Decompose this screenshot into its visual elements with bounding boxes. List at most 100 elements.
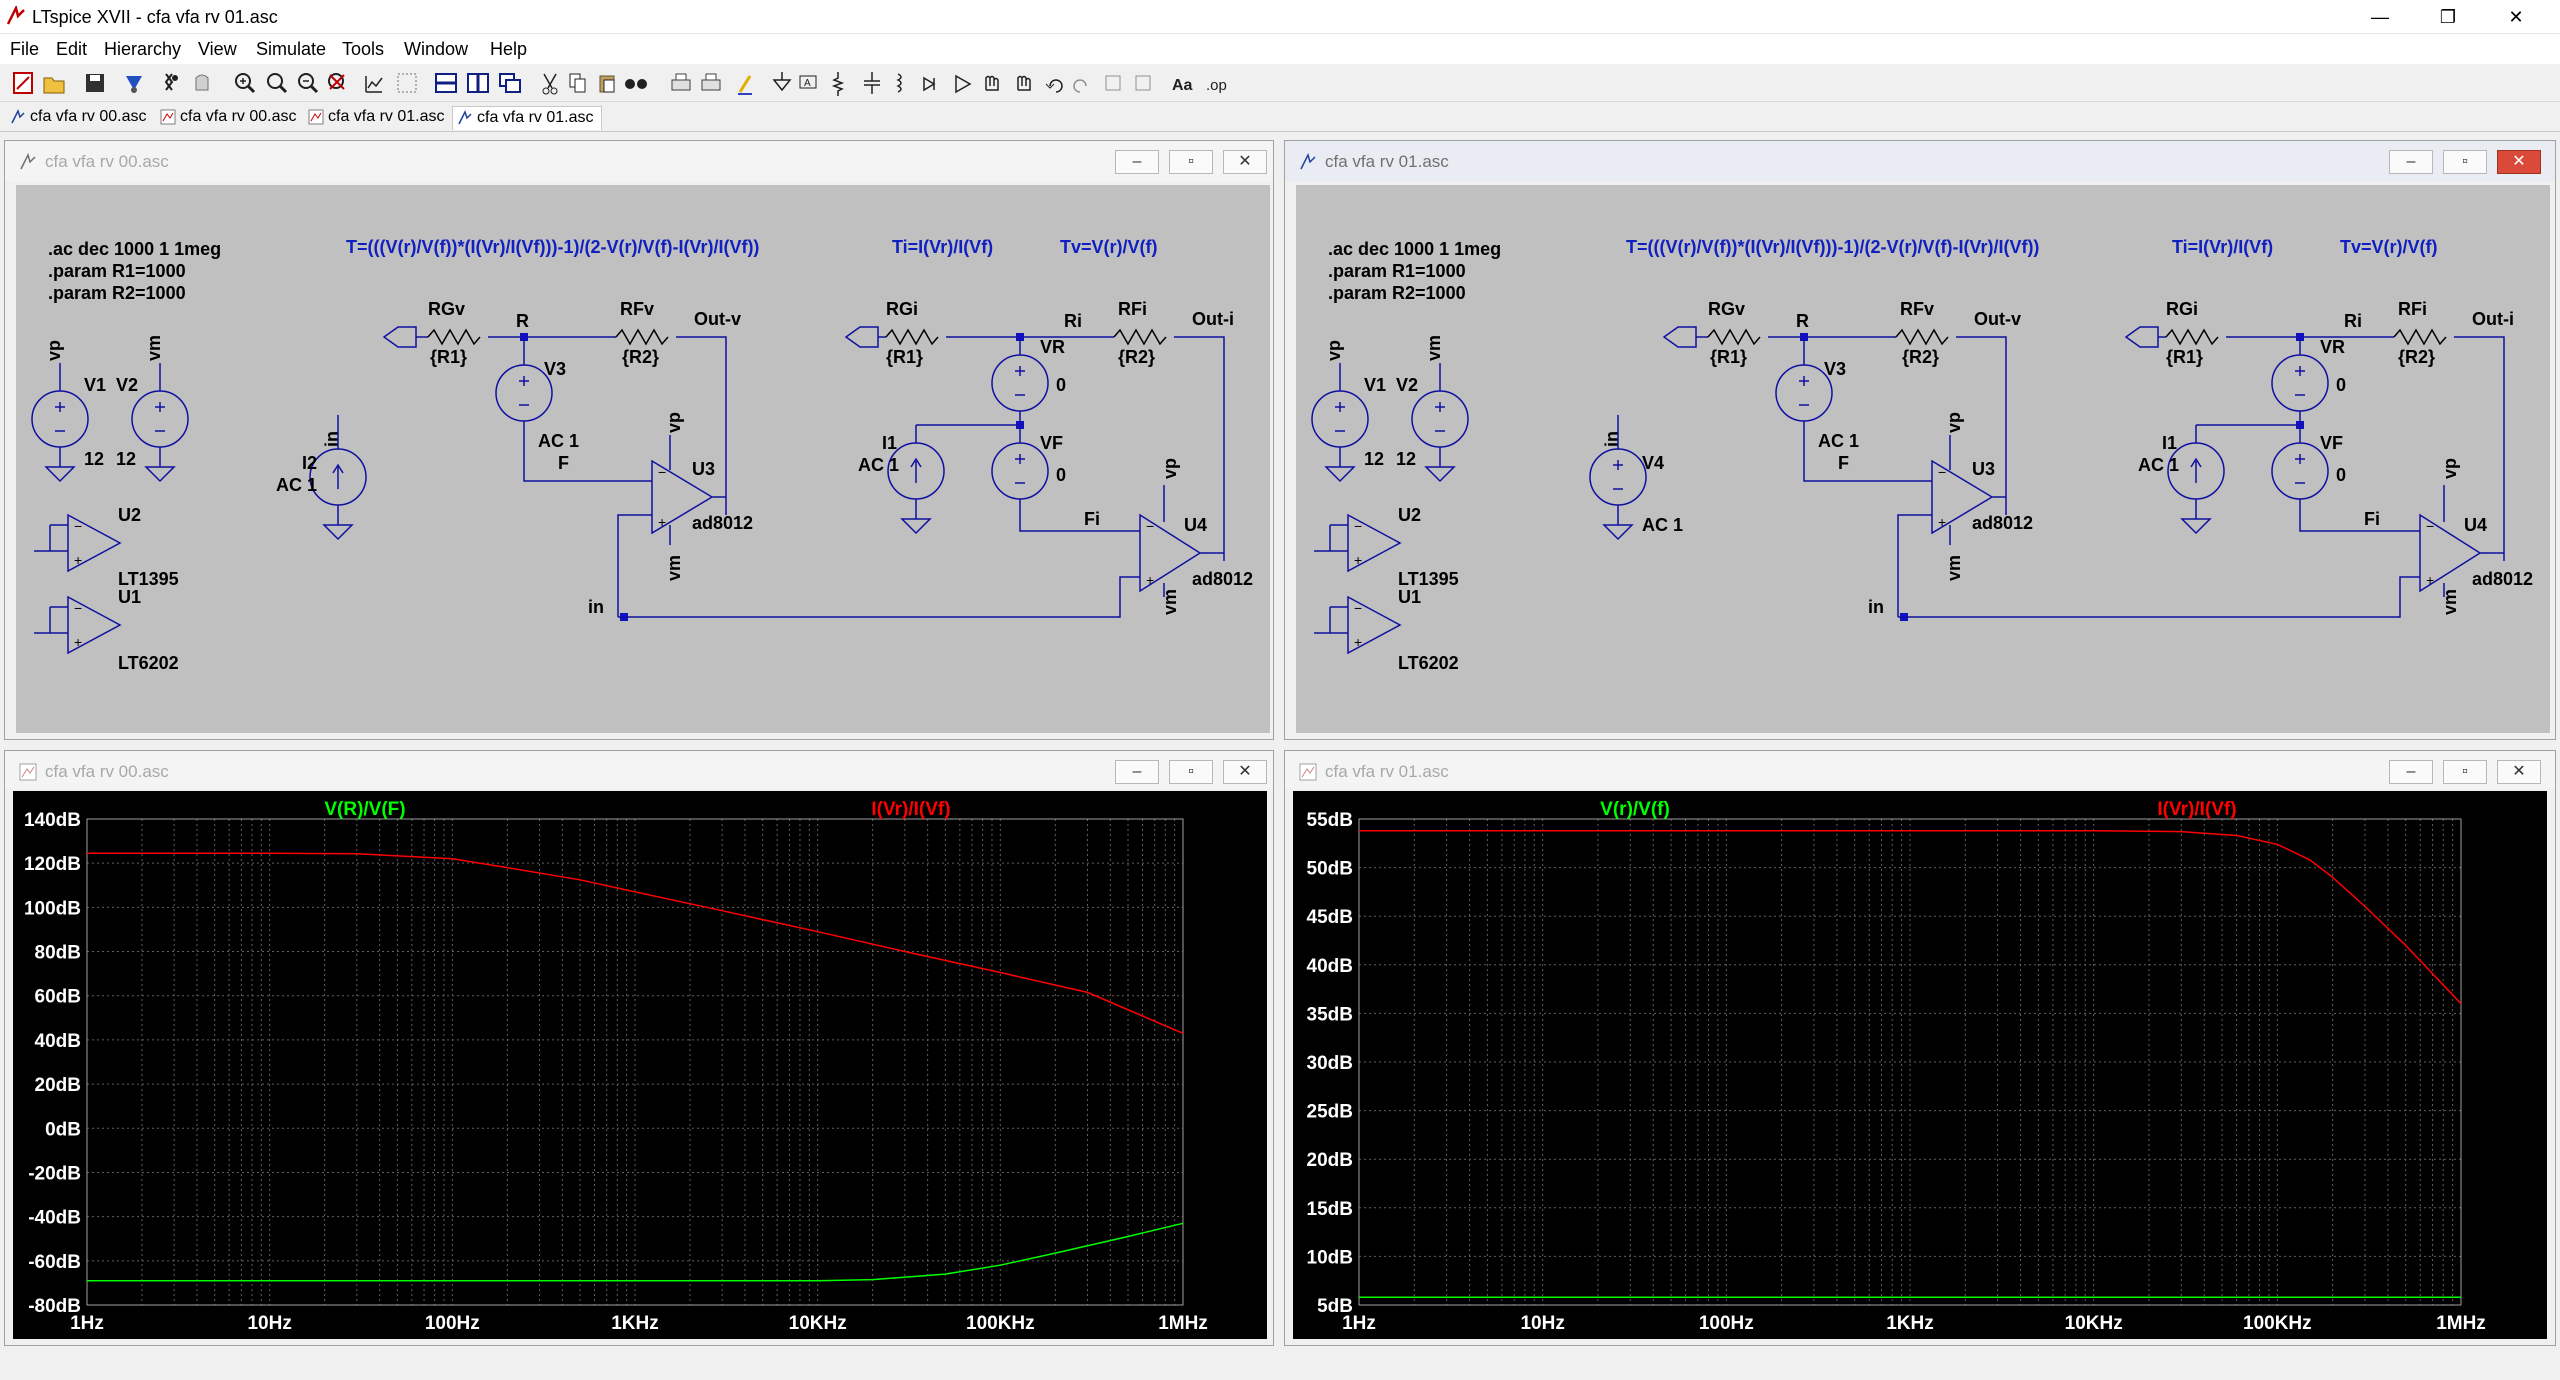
cut-icon[interactable] xyxy=(542,73,558,95)
minimize-button[interactable]: — xyxy=(2346,0,2414,34)
schematic-label: Out-v xyxy=(1974,309,2021,329)
schematic-label: AC 1 xyxy=(1818,431,1859,451)
tab-schematic-01[interactable]: cfa vfa rv 01.asc xyxy=(452,106,602,130)
capacitor-icon[interactable] xyxy=(864,72,880,94)
schematic-label: in xyxy=(322,431,342,447)
open-icon[interactable] xyxy=(43,77,65,94)
waveform-plot-00[interactable]: 140dB 120dB 100dB 80dB 60dB 40dB 20dB 0dB -20dB -… xyxy=(13,791,1267,1339)
menu-hierarchy[interactable]: Hierarchy xyxy=(104,39,181,60)
schematic-label: VR xyxy=(2320,337,2345,357)
y-tick-label: -20dB xyxy=(28,1163,81,1184)
resistor-icon[interactable] xyxy=(831,72,845,96)
minimize-button[interactable]: – xyxy=(1115,150,1159,174)
schematic-label: vp xyxy=(1944,412,1964,433)
schematic-canvas-00[interactable]: .ac dec 1000 1 1meg.param R1=1000.param … xyxy=(16,185,1270,733)
tab-waveform-00[interactable]: cfa vfa rv 00.asc xyxy=(156,106,302,130)
minimize-button[interactable]: – xyxy=(2389,760,2433,784)
waveform-plot-01[interactable]: 55dB 50dB 45dB 40dB 35dB 30dB 25dB 20dB 15dB 10dB… xyxy=(1293,791,2547,1339)
cascade-icon[interactable] xyxy=(499,73,521,93)
zoom-in-icon[interactable] xyxy=(235,73,256,94)
inductor-icon[interactable] xyxy=(896,73,902,93)
minimize-button[interactable]: – xyxy=(2389,150,2433,174)
zoom-out-icon[interactable] xyxy=(298,73,319,94)
opamp-plus: + xyxy=(1354,634,1362,650)
autorange-icon[interactable] xyxy=(365,76,383,93)
source-polarity xyxy=(1435,402,1445,432)
window-titlebar[interactable]: cfa vfa rv 01.asc – ▫ ✕ xyxy=(1285,751,2555,789)
minimize-button[interactable]: – xyxy=(1115,760,1159,784)
control-panel-icon[interactable] xyxy=(126,76,142,93)
menu-window[interactable]: Window xyxy=(404,39,468,60)
tile-vertical-icon[interactable] xyxy=(467,73,489,93)
copy-icon[interactable] xyxy=(569,73,586,93)
maximize-button[interactable]: ▫ xyxy=(1169,150,1213,174)
opamp-minus: − xyxy=(658,464,666,480)
window-titlebar[interactable]: cfa vfa rv 00.asc – ▫ ✕ xyxy=(5,751,1273,789)
schematic-canvas-01[interactable]: .ac dec 1000 1 1meg.param R1=1000.param … xyxy=(1296,185,2550,733)
tab-schematic-00[interactable]: cfa vfa rv 00.asc xyxy=(6,106,152,130)
opamp-minus: − xyxy=(74,518,82,534)
draw-wire-icon[interactable] xyxy=(738,75,752,95)
source-polarity xyxy=(155,402,165,432)
schematic-label: {R2} xyxy=(1902,347,1939,367)
x-tick-label: 100KHz xyxy=(2243,1313,2312,1334)
zoom-fit-icon[interactable] xyxy=(397,73,417,93)
tile-horizontal-icon[interactable] xyxy=(435,73,457,93)
schematic-label: vm xyxy=(144,335,164,361)
save-icon[interactable] xyxy=(86,74,104,92)
print-setup-icon[interactable] xyxy=(671,73,691,91)
undo-icon[interactable] xyxy=(1045,79,1063,93)
text-icon[interactable]: Aa xyxy=(1172,77,1193,94)
menu-edit[interactable]: Edit xyxy=(56,39,87,60)
y-tick-label: 35dB xyxy=(1307,1004,1353,1025)
diode-icon[interactable] xyxy=(923,76,936,92)
zoom-cancel-icon[interactable] xyxy=(328,73,345,90)
window-titlebar[interactable]: cfa vfa rv 00.asc – ▫ ✕ xyxy=(5,141,1273,181)
title-bar: LTspice XVII - cfa vfa rv 01.asc — ❐ ✕ xyxy=(0,0,2560,34)
window-titlebar[interactable]: cfa vfa rv 01.asc – ▫ ✕ xyxy=(1285,141,2555,181)
maximize-button[interactable]: ▫ xyxy=(1169,760,1213,784)
menu-help[interactable]: Help xyxy=(490,39,527,60)
voltage-source-symbol xyxy=(1411,390,1469,448)
schematic-label: RGi xyxy=(886,299,918,319)
close-button[interactable]: ✕ xyxy=(1223,150,1267,174)
rotate-icon[interactable] xyxy=(1105,75,1121,91)
new-schematic-icon[interactable] xyxy=(13,72,33,94)
close-button[interactable]: ✕ xyxy=(2497,150,2541,174)
schematic-label: 12 xyxy=(1364,449,1384,469)
close-button[interactable]: ✕ xyxy=(2482,0,2550,34)
paste-icon[interactable] xyxy=(599,75,615,93)
run-icon[interactable] xyxy=(164,73,178,91)
pan-icon[interactable] xyxy=(267,73,288,94)
close-button[interactable]: ✕ xyxy=(1223,760,1267,784)
menu-view[interactable]: View xyxy=(198,39,237,60)
menu-tools[interactable]: Tools xyxy=(342,39,384,60)
maximize-button[interactable]: ▫ xyxy=(2443,150,2487,174)
svg-text:.op: .op xyxy=(1206,77,1227,94)
print-icon[interactable] xyxy=(701,73,721,91)
tab-waveform-01[interactable]: cfa vfa rv 01.asc xyxy=(304,106,450,130)
resistor-symbol xyxy=(1113,328,1167,346)
component-icon[interactable] xyxy=(955,74,972,94)
menu-file[interactable]: File xyxy=(10,39,39,60)
opamp-plus: + xyxy=(2426,572,2434,588)
schematic-label: VF xyxy=(1040,433,1063,453)
ground-icon[interactable] xyxy=(772,72,792,92)
schematic-label: U1 xyxy=(118,587,141,607)
close-button[interactable]: ✕ xyxy=(2497,760,2541,784)
drag-icon[interactable] xyxy=(1017,75,1031,91)
label-net-icon[interactable]: A xyxy=(799,75,817,89)
schematic-label: ad8012 xyxy=(1192,569,1253,589)
formula-ti: Ti=I(Vr)/I(Vf) xyxy=(2172,237,2273,257)
source-polarity xyxy=(1015,366,1025,396)
move-icon[interactable] xyxy=(985,75,999,91)
restore-button[interactable]: ❐ xyxy=(2414,0,2482,34)
halt-icon[interactable] xyxy=(195,74,209,91)
redo-icon[interactable] xyxy=(1073,79,1087,93)
menu-simulate[interactable]: Simulate xyxy=(256,39,326,60)
spice-directive-icon[interactable]: .op xyxy=(1206,77,1227,94)
ground-symbol xyxy=(144,466,176,483)
mirror-icon[interactable] xyxy=(1135,75,1151,91)
find-icon[interactable] xyxy=(625,79,647,89)
maximize-button[interactable]: ▫ xyxy=(2443,760,2487,784)
